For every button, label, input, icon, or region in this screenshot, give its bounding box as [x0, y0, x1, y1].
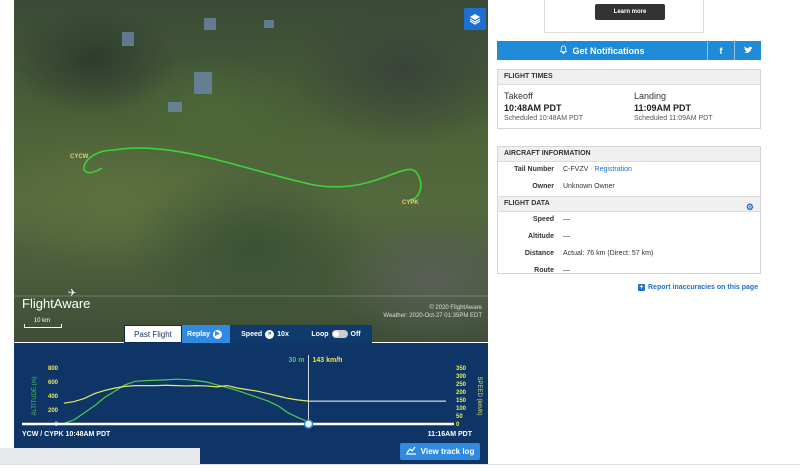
replay-progress-handle[interactable] [303, 419, 314, 429]
ad-banner: Learn more [544, 0, 704, 33]
speed-axis-label: SPEED (km/h) [476, 376, 482, 415]
altitude-speed-chart-panel: 0200400600800ALTITUDE (m)050100150200250… [14, 343, 488, 464]
map-layers-button[interactable] [464, 8, 486, 30]
loop-label: Loop [311, 330, 329, 338]
altitude-row: Altitude — [498, 229, 760, 246]
layers-icon [469, 14, 481, 25]
origin-airport-label: CYCW [70, 154, 89, 160]
owner-row: Owner Unknown Owner [498, 179, 760, 196]
learn-more-button[interactable]: Learn more [595, 4, 665, 20]
get-notifications-label: Get Notifications [572, 45, 645, 56]
route-value: — [563, 267, 570, 274]
report-inaccuracies-link[interactable]: + Report inaccuracies on this page [638, 284, 758, 291]
loop-state: Off [350, 330, 361, 338]
altitude-tick-label: 400 [48, 394, 59, 400]
tail-number-separator: · [590, 166, 593, 173]
speed-tick-label: 350 [456, 366, 467, 372]
replay-controls: Past Flight Replay ▶ Speed » 10x Loop Of… [124, 325, 372, 343]
speed-tick-label: 50 [456, 414, 463, 420]
registration-link[interactable]: Registration [595, 166, 632, 173]
speed-tick-label: 300 [456, 374, 467, 380]
aircraft-information-card: AIRCRAFT INFORMATION Tail Number C-FVZV … [497, 146, 761, 274]
altitude-axis-label: ALTITUDE (m) [32, 376, 38, 415]
tail-number-value: C-FVZV [563, 166, 589, 173]
facebook-icon: f [719, 45, 723, 56]
speed-label: Speed [532, 216, 554, 223]
loop-toggle[interactable]: Loop Off [300, 325, 372, 343]
toggle-switch-icon [331, 330, 348, 338]
altitude-label: Altitude [527, 233, 554, 240]
plus-icon: + [638, 284, 645, 291]
distance-label: Distance [524, 250, 554, 257]
current-altitude-label: 30 m [289, 357, 305, 364]
altitude-tick-label: 200 [48, 408, 59, 414]
past-flight-tab[interactable]: Past Flight [124, 325, 182, 343]
speed-tick-label: 150 [456, 398, 467, 404]
bell-icon [559, 45, 569, 56]
speed-tick-label: 0 [456, 422, 460, 428]
altitude-value: — [563, 233, 570, 240]
speed-row: Speed — [498, 212, 760, 229]
speed-tick-label: 200 [456, 390, 467, 396]
play-icon: ▶ [212, 329, 222, 339]
altitude-tick-label: 600 [48, 380, 59, 386]
flight-times-card: FLIGHT TIMES Takeoff 10:48AM PDT Schedul… [497, 69, 761, 129]
chart-line-icon [405, 446, 416, 457]
twitter-icon [743, 45, 753, 56]
map-copyright: © 2020 FlightAware Weather: 2020-Oct-27 … [383, 305, 482, 319]
twitter-share-button[interactable] [734, 41, 761, 60]
owner-value: Unknown Owner [563, 183, 615, 190]
speed-label: Speed [241, 330, 263, 338]
speed-value: 10x [277, 330, 289, 338]
owner-label: Owner [532, 183, 554, 190]
takeoff-scheduled: Scheduled 10:48AM PDT [504, 115, 583, 122]
plane-icon: ✈ [68, 288, 77, 299]
tail-number-label: Tail Number [514, 166, 554, 173]
get-notifications-button[interactable]: Get Notifications [497, 41, 707, 60]
route-row: Route — [498, 263, 760, 280]
flight-path [14, 147, 488, 297]
takeoff-label: Takeoff [504, 91, 533, 101]
facebook-share-button[interactable]: f [707, 41, 734, 60]
aircraft-information-header: AIRCRAFT INFORMATION [498, 147, 760, 162]
current-speed-label: 143 km/h [312, 357, 342, 364]
takeoff-time: 10:48AM PDT [504, 103, 562, 113]
distance-value: Actual: 76 km (Direct: 57 km) [563, 250, 654, 257]
flight-data-header: FLIGHT DATA ⚙ [498, 196, 760, 212]
view-track-log-label: View track log [420, 447, 475, 456]
flight-map[interactable]: CYCW CYPK ✈ FlightAware 10 km © 2020 Fli… [14, 0, 488, 342]
altitude-tick-label: 800 [48, 366, 59, 372]
replay-button[interactable]: Replay ▶ [182, 325, 230, 343]
flightaware-logo: ✈ FlightAware [22, 288, 91, 311]
speed-tick-label: 100 [456, 406, 467, 412]
distance-row: Distance Actual: 76 km (Direct: 57 km) [498, 246, 760, 263]
destination-airport-label: CYPK [402, 200, 419, 206]
report-inaccuracies-label: Report inaccuracies on this page [648, 284, 759, 291]
tail-number-row: Tail Number C-FVZV · Registration [498, 162, 760, 179]
speed-tick-label: 250 [456, 382, 467, 388]
flight-times-header: FLIGHT TIMES [498, 70, 760, 85]
notifications-bar: Get Notifications f [497, 41, 761, 60]
view-track-log-button[interactable]: View track log [400, 443, 480, 460]
footer-strip [0, 448, 200, 464]
landing-label: Landing [634, 91, 667, 101]
route-label: Route [534, 267, 554, 274]
landing-time: 11:09AM PDT [634, 103, 692, 113]
speed-value: — [563, 216, 570, 223]
route-end-time: 11:16AM PDT [427, 431, 472, 438]
speed-button[interactable]: Speed » 10x [230, 325, 300, 343]
route-start-label: YCW / CYPK 10:48AM PDT [22, 431, 111, 438]
landing-scheduled: Scheduled 11:09AM PDT [634, 115, 713, 122]
footer-divider [0, 464, 800, 465]
replay-label: Replay [187, 330, 210, 338]
map-scale: 10 km [24, 318, 62, 328]
fast-forward-icon: » [265, 329, 275, 339]
